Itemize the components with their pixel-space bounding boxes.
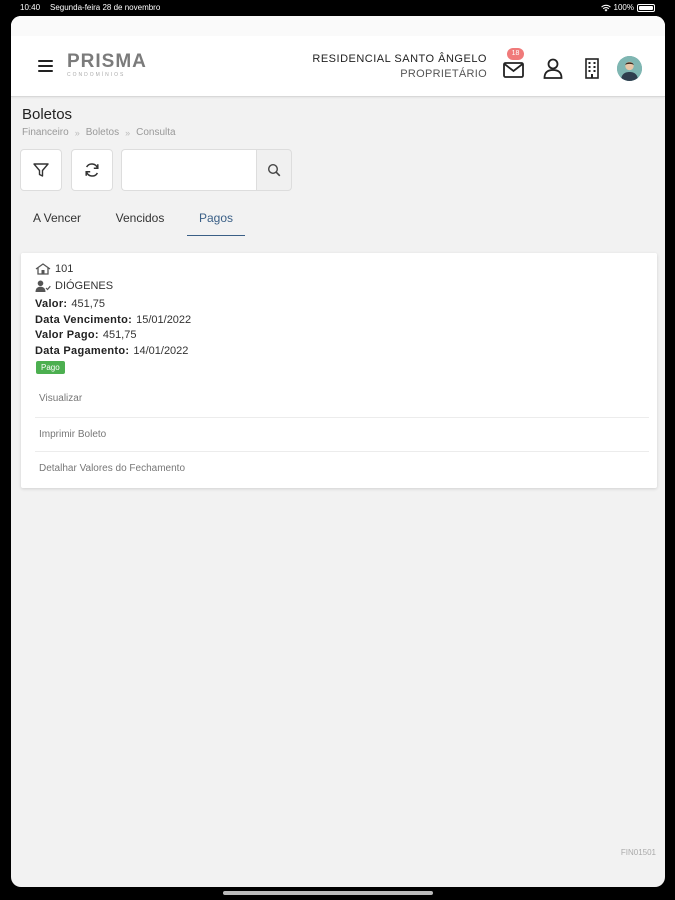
mail-icon[interactable] — [502, 57, 526, 79]
owner-row: DIÓGENES — [35, 280, 113, 292]
mail-count-badge: 18 — [507, 48, 524, 60]
status-bar: 10:40 Segunda-feira 28 de novembro 100% — [0, 0, 675, 16]
owner-name: DIÓGENES — [55, 280, 114, 292]
vencimento-row: Data Vencimento: 15/01/2022 — [35, 314, 191, 326]
refresh-button[interactable] — [71, 149, 113, 191]
condo-name: RESIDENCIAL SANTO ÂNGELO — [312, 53, 487, 65]
app-screen: PRISMA CONDOMÍNIOS RESIDENCIAL SANTO ÂNG… — [11, 16, 665, 887]
status-time: 10:40 — [20, 3, 41, 12]
vencimento-value: 15/01/2022 — [136, 314, 192, 326]
avatar[interactable] — [617, 56, 642, 81]
breadcrumb-separator-icon: » — [74, 127, 80, 138]
status-date: Segunda-feira 28 de novembro — [50, 3, 161, 12]
search-input[interactable] — [121, 149, 257, 191]
status-right: 100% — [600, 3, 655, 12]
battery-percent: 100% — [613, 3, 634, 12]
tab-a-vencer[interactable]: A Vencer — [21, 206, 93, 236]
breadcrumb-item: Consulta — [136, 127, 176, 138]
pagamento-value: 14/01/2022 — [133, 345, 189, 357]
home-indicator[interactable] — [223, 891, 433, 895]
breadcrumb-item[interactable]: Boletos — [86, 127, 119, 138]
breadcrumb-separator-icon: » — [125, 127, 131, 138]
status-badge: Pago — [36, 361, 65, 374]
page-title: Boletos — [22, 106, 73, 123]
screen-code: FIN01501 — [620, 848, 656, 857]
valor-label: Valor: — [35, 298, 68, 310]
vencimento-label: Data Vencimento: — [35, 314, 133, 326]
valor-pago-row: Valor Pago: 451,75 — [35, 329, 136, 341]
user-check-icon — [35, 280, 51, 292]
menu-icon[interactable] — [38, 60, 53, 73]
app-header: PRISMA CONDOMÍNIOS RESIDENCIAL SANTO ÂNG… — [11, 16, 665, 97]
battery-icon — [637, 3, 655, 12]
refresh-icon — [85, 163, 99, 177]
search-icon — [267, 163, 281, 177]
boleto-card: 101 DIÓGENES Valor: 451,75 Data Vencimen… — [21, 253, 657, 488]
breadcrumb: Financeiro » Boletos » Consulta — [22, 127, 176, 138]
user-icon[interactable] — [541, 57, 565, 79]
wifi-icon — [600, 4, 611, 11]
logo: PRISMA CONDOMÍNIOS — [67, 52, 147, 78]
tab-vencidos[interactable]: Vencidos — [103, 206, 177, 236]
unit-number: 101 — [55, 263, 74, 275]
imprimir-boleto-action[interactable]: Imprimir Boleto — [35, 417, 649, 450]
unit-row: 101 — [35, 263, 73, 275]
breadcrumb-item[interactable]: Financeiro — [22, 127, 69, 138]
home-icon — [35, 263, 51, 275]
pagamento-row: Data Pagamento: 14/01/2022 — [35, 345, 188, 357]
header-top-strip — [11, 16, 665, 36]
condo-role: PROPRIETÁRIO — [400, 68, 487, 80]
valor-value: 451,75 — [71, 298, 106, 310]
condo-info[interactable]: RESIDENCIAL SANTO ÂNGELO PROPRIETÁRIO — [312, 53, 487, 80]
building-icon[interactable] — [580, 57, 604, 79]
logo-subtitle: CONDOMÍNIOS — [67, 72, 126, 78]
search-button[interactable] — [256, 149, 292, 191]
tab-pagos[interactable]: Pagos — [187, 206, 245, 236]
valor-row: Valor: 451,75 — [35, 298, 105, 310]
valor-pago-value: 451,75 — [102, 329, 137, 341]
filter-icon — [33, 163, 49, 177]
valor-pago-label: Valor Pago: — [35, 329, 99, 341]
visualizar-action[interactable]: Visualizar — [35, 382, 649, 415]
pagamento-label: Data Pagamento: — [35, 345, 130, 357]
filter-button[interactable] — [20, 149, 62, 191]
detalhar-valores-action[interactable]: Detalhar Valores do Fechamento — [35, 451, 649, 484]
logo-brand: PRISMA — [67, 51, 147, 72]
